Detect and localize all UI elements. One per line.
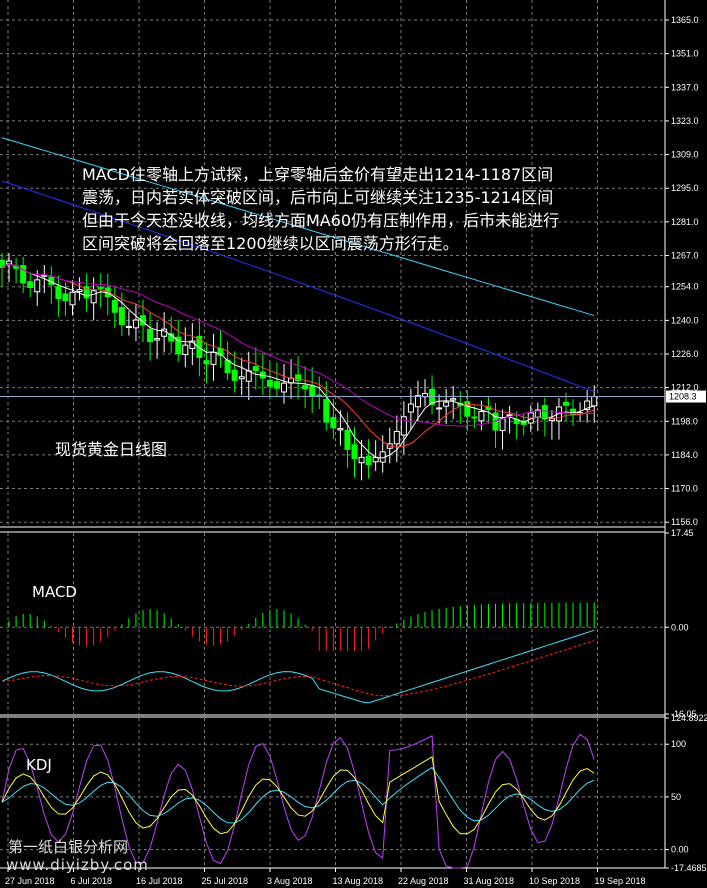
- candle-body: [182, 344, 189, 355]
- watermark-title: 第一纸白银分析网: [8, 838, 129, 856]
- candle-body: [464, 401, 471, 417]
- candle-body: [309, 385, 316, 397]
- x-tick-label: 25 Jul 2018: [202, 876, 249, 886]
- candle-body: [90, 290, 97, 304]
- candle-body: [6, 260, 13, 265]
- candle-body: [393, 430, 400, 445]
- candle-body: [69, 291, 76, 306]
- candle-body: [27, 281, 34, 289]
- candle-body: [330, 416, 337, 429]
- x-tick-label: 27 Jun 2018: [5, 876, 55, 886]
- y-tick-label: 1295.0: [671, 183, 699, 193]
- candle-body: [125, 326, 132, 329]
- macd-tick-label: 0.00: [671, 622, 689, 632]
- candle-body: [76, 289, 83, 292]
- candle-body: [443, 401, 450, 407]
- candle-body: [252, 366, 259, 372]
- candle-body: [281, 382, 287, 393]
- kdj-tick-label: 0.00: [671, 845, 689, 855]
- candle-body: [266, 380, 273, 387]
- candle-body: [97, 286, 104, 289]
- candle-body: [499, 418, 506, 431]
- y-tick-label: 1240.0: [671, 315, 699, 325]
- x-tick-label: 13 Aug 2018: [333, 876, 384, 886]
- y-tick-label: 1198.0: [671, 416, 698, 426]
- candle-body: [450, 398, 457, 401]
- macd-tick-label: 17.45: [671, 528, 694, 538]
- candle-body: [210, 351, 217, 365]
- y-tick-label: 1156.0: [671, 517, 698, 527]
- analysis-note: MACD往零轴上方试探，上穿零轴后金价有望走出1214-1187区间 震荡，日内…: [82, 165, 560, 253]
- candle-body: [154, 338, 161, 341]
- y-tick-label: 1254.0: [671, 282, 699, 292]
- y-tick-label: 1267.0: [671, 250, 699, 260]
- candle-body: [147, 328, 154, 343]
- candle-body: [478, 411, 485, 422]
- y-tick-label: 1323.0: [671, 116, 699, 126]
- candle-body: [344, 429, 351, 450]
- candle-body: [563, 401, 569, 406]
- current-price-label: 1208.3: [669, 392, 697, 402]
- x-tick-label: 6 Jul 2018: [71, 876, 113, 886]
- macd-dif-line: [1, 629, 595, 704]
- candle-body: [55, 286, 62, 300]
- candle-body: [337, 428, 344, 431]
- y-tick-label: 1170.0: [671, 484, 698, 494]
- macd-panel-label: MACD: [32, 583, 77, 601]
- candle-body: [506, 414, 513, 417]
- candle-body: [20, 265, 27, 284]
- y-tick-label: 1226.0: [671, 349, 699, 359]
- kdj-tick-label: -17.4685: [671, 863, 707, 873]
- kdj-tick-label: 124.8922: [671, 713, 707, 723]
- y-tick-label: 1351.0: [671, 49, 699, 59]
- candle-body: [238, 376, 245, 380]
- candle-body: [436, 407, 443, 410]
- candle-body: [358, 456, 365, 464]
- candle-body: [351, 444, 358, 460]
- candle-body: [414, 395, 421, 408]
- kdj-tick-label: 100: [671, 739, 686, 749]
- kdj-panel-label: KDJ: [26, 756, 52, 774]
- candle-body: [118, 307, 125, 326]
- candle-body: [231, 369, 238, 381]
- x-tick-label: 10 Sep 2018: [529, 876, 580, 886]
- y-tick-label: 1281.0: [671, 217, 699, 227]
- candle-body: [591, 396, 598, 407]
- x-tick-label: 19 Sep 2018: [595, 876, 646, 886]
- candle-body: [111, 299, 118, 313]
- candle-body: [62, 293, 69, 302]
- candle-body: [407, 403, 414, 413]
- candle-body: [365, 455, 372, 466]
- candle-body: [203, 360, 210, 365]
- candle-body: [273, 381, 280, 389]
- candle-body: [316, 394, 323, 397]
- y-tick-label: 1365.0: [671, 15, 699, 25]
- y-tick-label: 1337.0: [671, 82, 699, 92]
- macd-dea-line: [1, 640, 595, 697]
- y-tick-label: 1184.0: [671, 450, 698, 460]
- watermark-url: www.diyizby.com: [6, 856, 149, 874]
- x-tick-label: 31 Aug 2018: [464, 876, 515, 886]
- kdj-tick-label: 50: [671, 792, 681, 802]
- candle-body: [302, 384, 309, 390]
- main-panel-title: 现货黄金日线图: [55, 440, 168, 459]
- kdj-k-line: [1, 756, 595, 835]
- candle-body: [132, 319, 139, 329]
- candle-body: [323, 399, 330, 423]
- x-tick-label: 16 Jul 2018: [136, 876, 183, 886]
- candle-body: [548, 418, 555, 422]
- y-tick-label: 1309.0: [671, 150, 699, 160]
- candle-body: [34, 279, 41, 293]
- candle-body: [471, 416, 478, 419]
- x-tick-label: 3 Aug 2018: [267, 876, 313, 886]
- x-tick-label: 22 Aug 2018: [398, 876, 449, 886]
